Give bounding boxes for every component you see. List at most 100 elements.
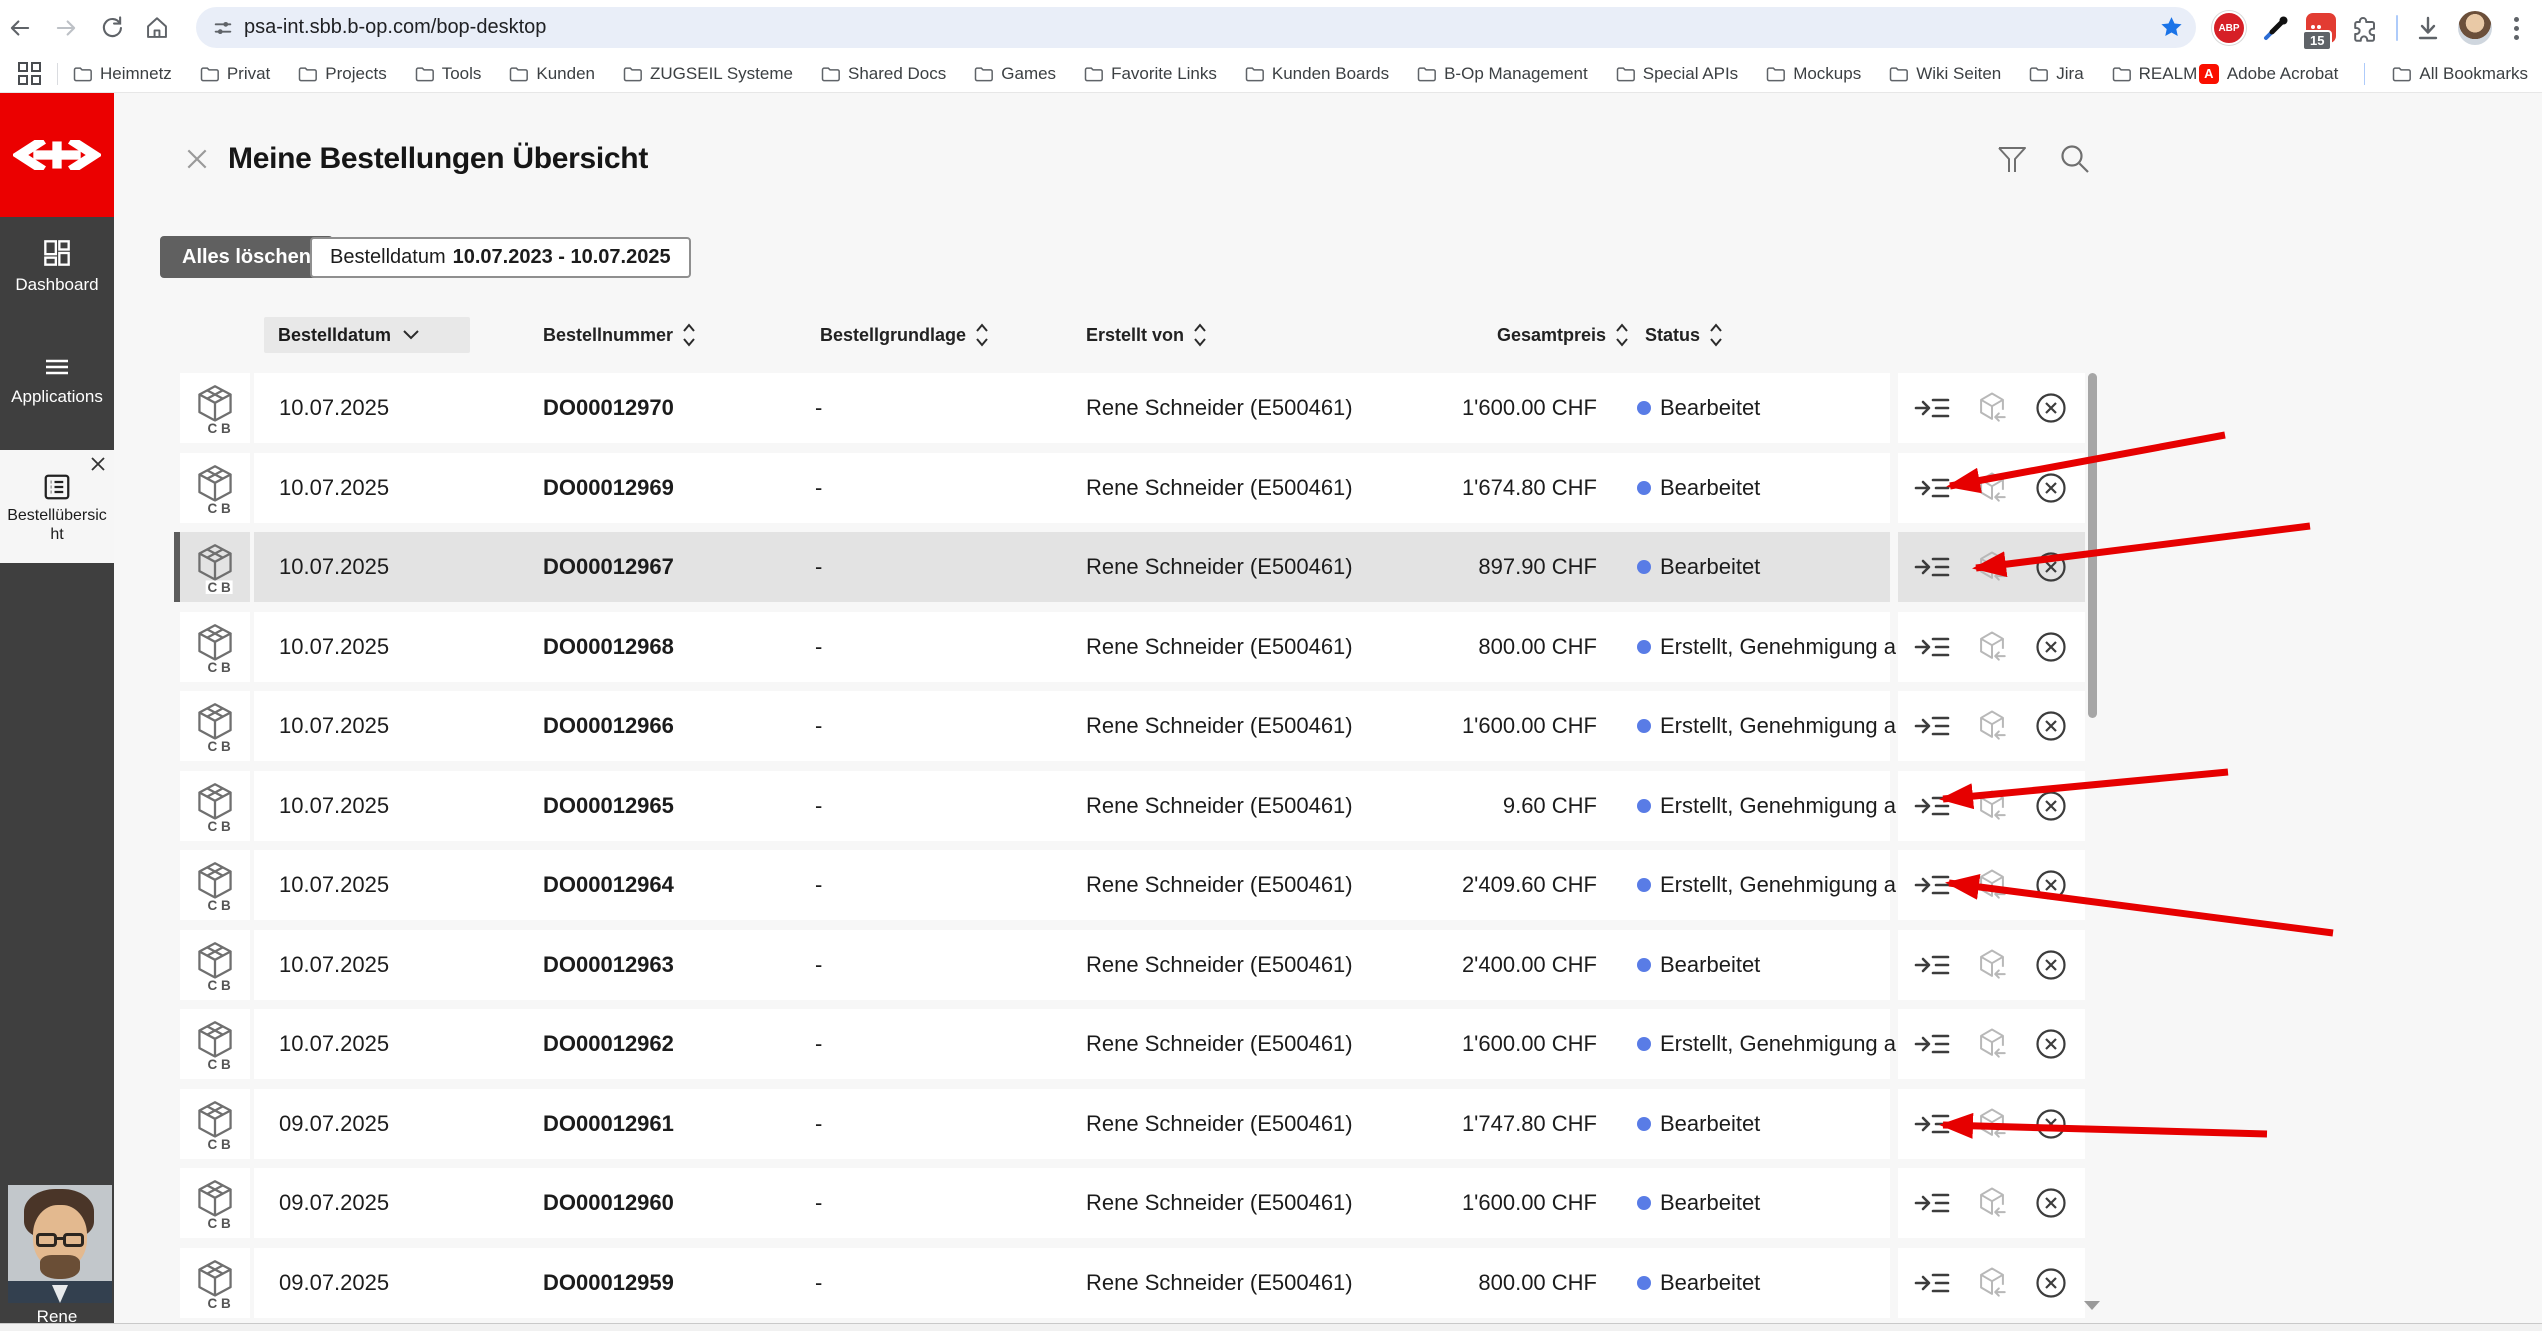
table-row[interactable]: C B 10.07.2025 DO00012969 - Rene Schneid… <box>0 453 2542 523</box>
bookmark-star-icon[interactable] <box>2159 15 2184 40</box>
sbb-logo[interactable] <box>0 93 114 217</box>
extensions-puzzle-icon[interactable] <box>2352 14 2380 42</box>
return-order-icon[interactable] <box>1972 786 2012 826</box>
close-page-icon[interactable] <box>184 146 210 172</box>
password-extension-icon[interactable]: 15 <box>2306 13 2336 43</box>
browser-menu-icon[interactable] <box>2508 17 2525 40</box>
cancel-order-icon[interactable] <box>2031 1263 2071 1303</box>
order-row-main[interactable]: 10.07.2025 DO00012967 - Rene Schneider (… <box>254 532 1890 602</box>
vertical-scrollbar-thumb[interactable] <box>2088 373 2097 718</box>
return-order-icon[interactable] <box>1972 1263 2012 1303</box>
browser-back-icon[interactable] <box>4 12 36 44</box>
order-row-main[interactable]: 10.07.2025 DO00012970 - Rene Schneider (… <box>254 373 1890 443</box>
return-order-icon[interactable] <box>1972 706 2012 746</box>
cancel-order-icon[interactable] <box>2031 627 2071 667</box>
return-order-icon[interactable] <box>1972 547 2012 587</box>
column-header-erstellt-von[interactable]: Erstellt von <box>1086 317 1207 353</box>
order-row-main[interactable]: 10.07.2025 DO00012969 - Rene Schneider (… <box>254 453 1890 523</box>
bookmark-folder[interactable]: Games <box>973 64 1056 84</box>
url-text[interactable]: psa-int.sbb.b-op.com/bop-desktop <box>244 16 546 39</box>
browser-profile-avatar[interactable] <box>2458 11 2492 45</box>
table-row[interactable]: C B 09.07.2025 DO00012960 - Rene Schneid… <box>0 1168 2542 1238</box>
cancel-order-icon[interactable] <box>2031 1183 2071 1223</box>
order-row-main[interactable]: 10.07.2025 DO00012964 - Rene Schneider (… <box>254 850 1890 920</box>
bookmark-folder[interactable]: Kunden Boards <box>1244 64 1389 84</box>
cancel-order-icon[interactable] <box>2031 865 2071 905</box>
table-row[interactable]: C B 09.07.2025 DO00012961 - Rene Schneid… <box>0 1089 2542 1159</box>
goto-order-details-icon[interactable] <box>1912 1104 1952 1144</box>
column-header-gesamtpreis[interactable]: Gesamtpreis <box>1497 317 1629 353</box>
bookmark-folder[interactable]: Special APIs <box>1615 64 1738 84</box>
bookmark-folder[interactable]: Favorite Links <box>1083 64 1217 84</box>
order-row-main[interactable]: 09.07.2025 DO00012961 - Rene Schneider (… <box>254 1089 1890 1159</box>
table-row[interactable]: C B 09.07.2025 DO00012959 - Rene Schneid… <box>0 1248 2542 1318</box>
bookmark-folder[interactable]: Projects <box>297 64 386 84</box>
column-header-bestelldatum[interactable]: Bestelldatum <box>264 317 470 353</box>
date-filter-chip[interactable]: Bestelldatum 10.07.2023 - 10.07.2025 <box>310 237 691 278</box>
order-row-main[interactable]: 10.07.2025 DO00012962 - Rene Schneider (… <box>254 1009 1890 1079</box>
column-header-bestellnummer[interactable]: Bestellnummer <box>543 317 696 353</box>
all-bookmarks-button[interactable]: All Bookmarks <box>2391 64 2528 84</box>
table-row[interactable]: C B 10.07.2025 DO00012968 - Rene Schneid… <box>0 612 2542 682</box>
bookmark-folder[interactable]: Wiki Seiten <box>1888 64 2001 84</box>
goto-order-details-icon[interactable] <box>1912 388 1952 428</box>
goto-order-details-icon[interactable] <box>1912 1024 1952 1064</box>
cancel-order-icon[interactable] <box>2031 706 2071 746</box>
return-order-icon[interactable] <box>1972 945 2012 985</box>
return-order-icon[interactable] <box>1972 1104 2012 1144</box>
bookmark-folder[interactable]: ZUGSEIL Systeme <box>622 64 793 84</box>
cancel-order-icon[interactable] <box>2031 945 2071 985</box>
browser-forward-icon[interactable] <box>50 12 82 44</box>
return-order-icon[interactable] <box>1972 388 2012 428</box>
cancel-order-icon[interactable] <box>2031 468 2071 508</box>
bookmark-adobe-acrobat[interactable]: A Adobe Acrobat <box>2199 64 2339 84</box>
browser-home-icon[interactable] <box>141 12 173 44</box>
order-row-main[interactable]: 09.07.2025 DO00012959 - Rene Schneider (… <box>254 1248 1890 1318</box>
table-row[interactable]: C B 10.07.2025 DO00012964 - Rene Schneid… <box>0 850 2542 920</box>
bookmark-folder[interactable]: Shared Docs <box>820 64 946 84</box>
table-row[interactable]: C B 10.07.2025 DO00012967 - Rene Schneid… <box>0 532 2542 602</box>
return-order-icon[interactable] <box>1972 1183 2012 1223</box>
apps-grid-icon[interactable] <box>18 62 41 85</box>
column-header-bestellgrundlage[interactable]: Bestellgrundlage <box>820 317 989 353</box>
bookmark-folder[interactable]: Heimnetz <box>72 64 172 84</box>
filter-icon[interactable] <box>1995 142 2029 176</box>
column-header-status[interactable]: Status <box>1645 317 1723 353</box>
order-row-main[interactable]: 10.07.2025 DO00012966 - Rene Schneider (… <box>254 691 1890 761</box>
return-order-icon[interactable] <box>1972 627 2012 667</box>
return-order-icon[interactable] <box>1972 468 2012 508</box>
return-order-icon[interactable] <box>1972 865 2012 905</box>
search-tune-icon[interactable] <box>212 17 234 39</box>
cancel-order-icon[interactable] <box>2031 786 2071 826</box>
goto-order-details-icon[interactable] <box>1912 865 1952 905</box>
cancel-order-icon[interactable] <box>2031 1024 2071 1064</box>
order-row-main[interactable]: 09.07.2025 DO00012960 - Rene Schneider (… <box>254 1168 1890 1238</box>
goto-order-details-icon[interactable] <box>1912 786 1952 826</box>
sidebar-item-dashboard[interactable]: Dashboard <box>0 239 114 295</box>
order-row-main[interactable]: 10.07.2025 DO00012968 - Rene Schneider (… <box>254 612 1890 682</box>
bookmark-folder[interactable]: Tools <box>414 64 482 84</box>
search-icon[interactable] <box>2058 142 2092 176</box>
table-row[interactable]: C B 10.07.2025 DO00012965 - Rene Schneid… <box>0 771 2542 841</box>
table-row[interactable]: C B 10.07.2025 DO00012962 - Rene Schneid… <box>0 1009 2542 1079</box>
bookmark-folder[interactable]: REALM APPS <box>2111 64 2199 84</box>
cancel-order-icon[interactable] <box>2031 388 2071 428</box>
browser-reload-icon[interactable] <box>96 12 128 44</box>
bookmark-folder[interactable]: Privat <box>199 64 270 84</box>
cancel-order-icon[interactable] <box>2031 547 2071 587</box>
order-row-main[interactable]: 10.07.2025 DO00012963 - Rene Schneider (… <box>254 930 1890 1000</box>
bookmark-folder[interactable]: Kunden <box>508 64 595 84</box>
goto-order-details-icon[interactable] <box>1912 1263 1952 1303</box>
table-row[interactable]: C B 10.07.2025 DO00012970 - Rene Schneid… <box>0 373 2542 443</box>
horizontal-scrollbar[interactable] <box>0 1323 2542 1331</box>
bookmark-folder[interactable]: Mockups <box>1765 64 1861 84</box>
adblock-extension-icon[interactable]: ABP <box>2212 11 2246 45</box>
goto-order-details-icon[interactable] <box>1912 627 1952 667</box>
goto-order-details-icon[interactable] <box>1912 468 1952 508</box>
bookmark-folder[interactable]: B-Op Management <box>1416 64 1588 84</box>
table-row[interactable]: C B 10.07.2025 DO00012963 - Rene Schneid… <box>0 930 2542 1000</box>
goto-order-details-icon[interactable] <box>1912 706 1952 746</box>
table-row[interactable]: C B 10.07.2025 DO00012966 - Rene Schneid… <box>0 691 2542 761</box>
eyedropper-extension-icon[interactable] <box>2262 14 2290 42</box>
downloads-icon[interactable] <box>2414 14 2442 42</box>
